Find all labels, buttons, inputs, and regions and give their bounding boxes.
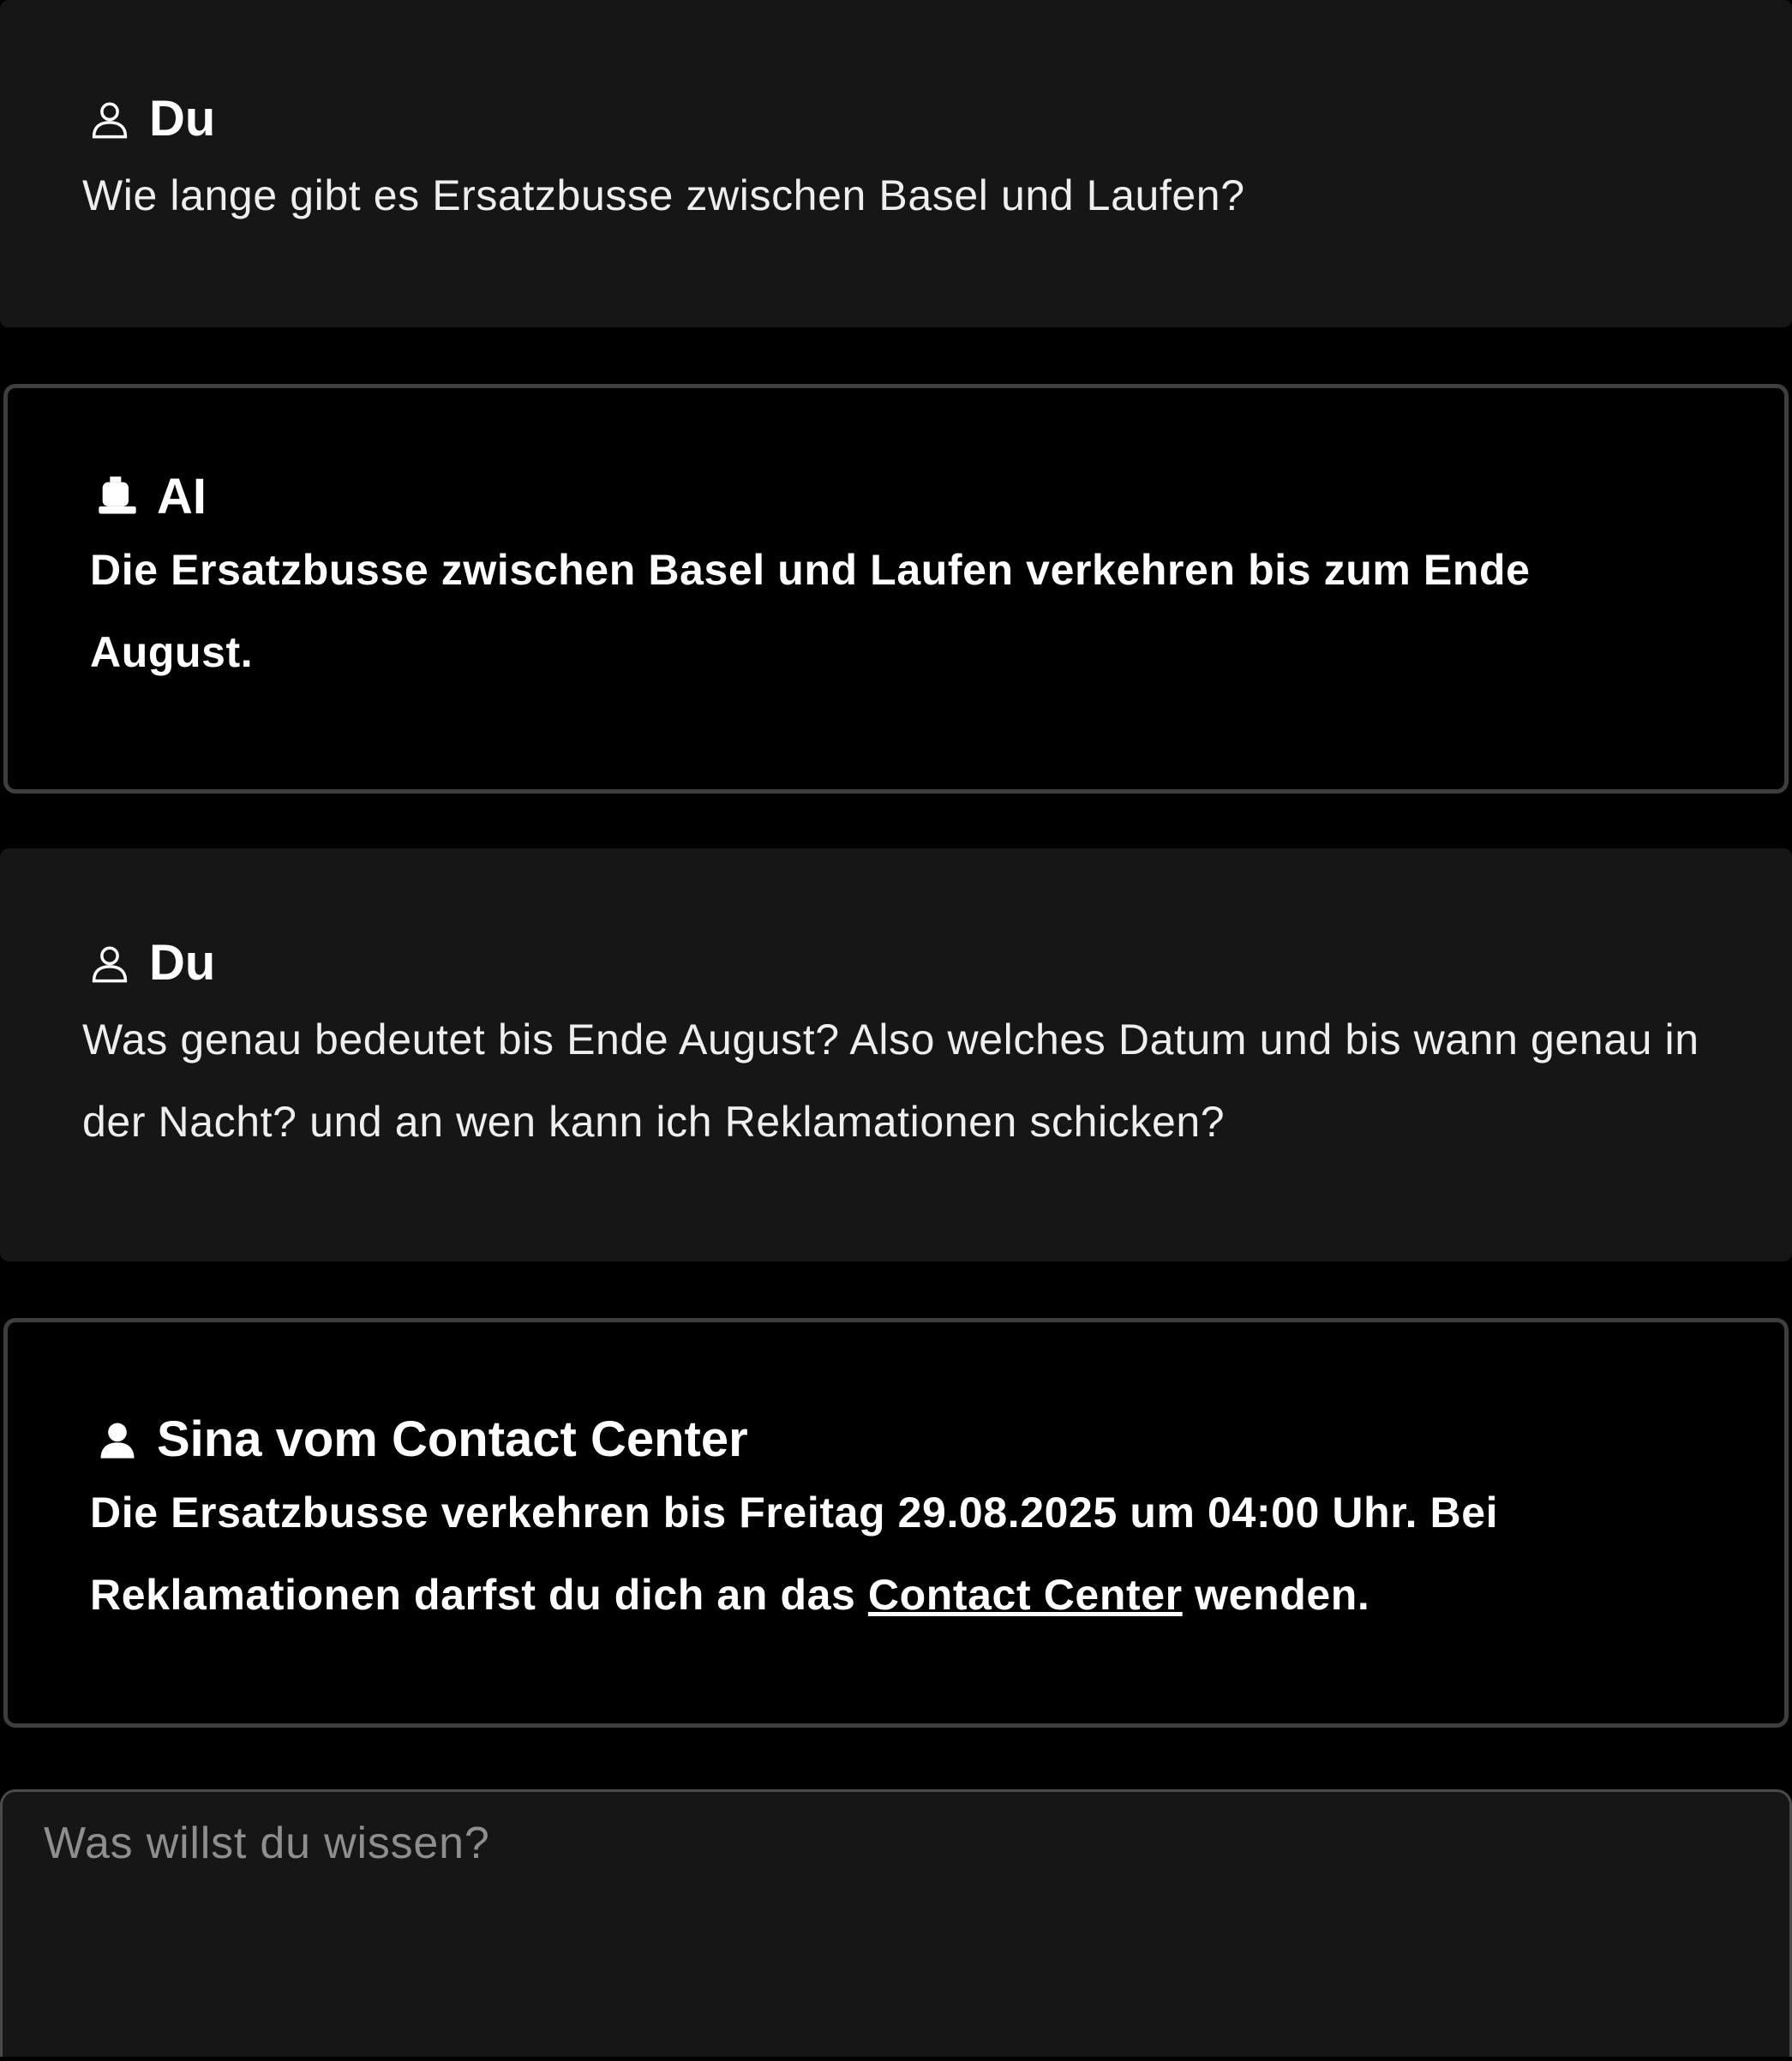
user-icon bbox=[92, 946, 128, 983]
assistant-message: AI Die Ersatzbusse zwischen Basel und La… bbox=[3, 384, 1789, 794]
agent-message: Sina vom Contact Center Die Ersatzbusse … bbox=[3, 1318, 1789, 1728]
message-author-row: Du bbox=[82, 938, 1710, 988]
user-icon bbox=[92, 102, 128, 139]
agent-icon bbox=[100, 1423, 135, 1459]
bot-icon bbox=[99, 476, 136, 514]
user-message: Du Wie lange gibt es Ersatzbusse zwische… bbox=[0, 0, 1792, 327]
message-text-part: wenden. bbox=[1182, 1571, 1370, 1619]
message-input[interactable] bbox=[42, 1792, 1750, 2057]
message-text: Die Ersatzbusse verkehren bis Freitag 29… bbox=[90, 1471, 1702, 1636]
message-author: Sina vom Contact Center bbox=[157, 1411, 748, 1467]
message-author: AI bbox=[157, 469, 207, 524]
message-author: Du bbox=[149, 91, 216, 147]
message-author-row: AI bbox=[90, 472, 1702, 522]
message-text: Was genau bedeutet bis Ende August? Also… bbox=[82, 1016, 1699, 1146]
message-author-row: Sina vom Contact Center bbox=[90, 1415, 1702, 1465]
message-text: Wie lange gibt es Ersatzbusse zwischen B… bbox=[82, 171, 1245, 219]
message-author: Du bbox=[149, 935, 216, 991]
contact-center-link[interactable]: Contact Center bbox=[868, 1571, 1183, 1619]
composer bbox=[0, 1789, 1792, 2057]
message-author-row: Du bbox=[82, 94, 1710, 144]
user-message: Du Was genau bedeutet bis Ende August? A… bbox=[0, 848, 1792, 1261]
message-text: Die Ersatzbusse zwischen Basel und Laufe… bbox=[90, 546, 1531, 676]
